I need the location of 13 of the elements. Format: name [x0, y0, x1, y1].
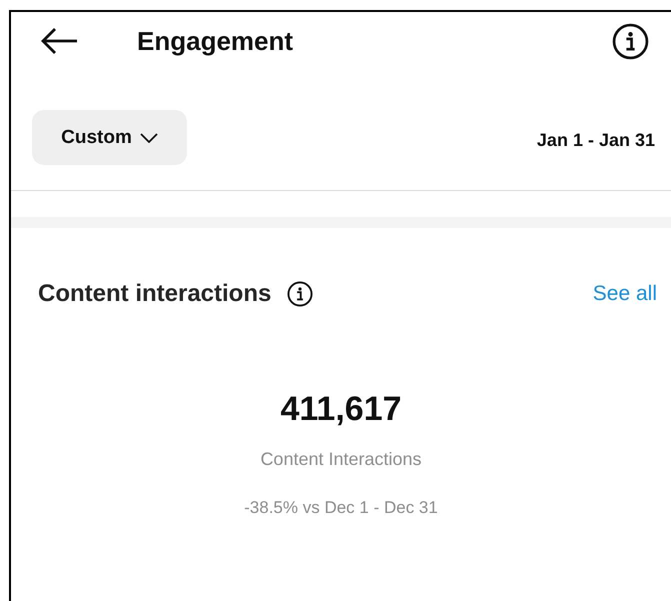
- back-button[interactable]: [39, 26, 79, 56]
- page-title: Engagement: [137, 26, 294, 56]
- see-all-link[interactable]: See all: [592, 282, 657, 306]
- info-icon[interactable]: [287, 281, 314, 307]
- back-arrow-icon: [39, 26, 79, 56]
- metric-value: 411,617: [280, 390, 402, 429]
- section-title: Content interactions: [38, 280, 272, 308]
- comparison-text: -38.5% vs Dec 1 - Dec 31: [244, 498, 438, 518]
- date-range-dropdown[interactable]: Custom: [32, 110, 187, 165]
- date-range-text: Jan 1 - Jan 31: [536, 130, 655, 151]
- chevron-down-icon: [140, 132, 158, 142]
- info-icon[interactable]: [612, 22, 649, 60]
- metric-label: Content Interactions: [260, 449, 422, 470]
